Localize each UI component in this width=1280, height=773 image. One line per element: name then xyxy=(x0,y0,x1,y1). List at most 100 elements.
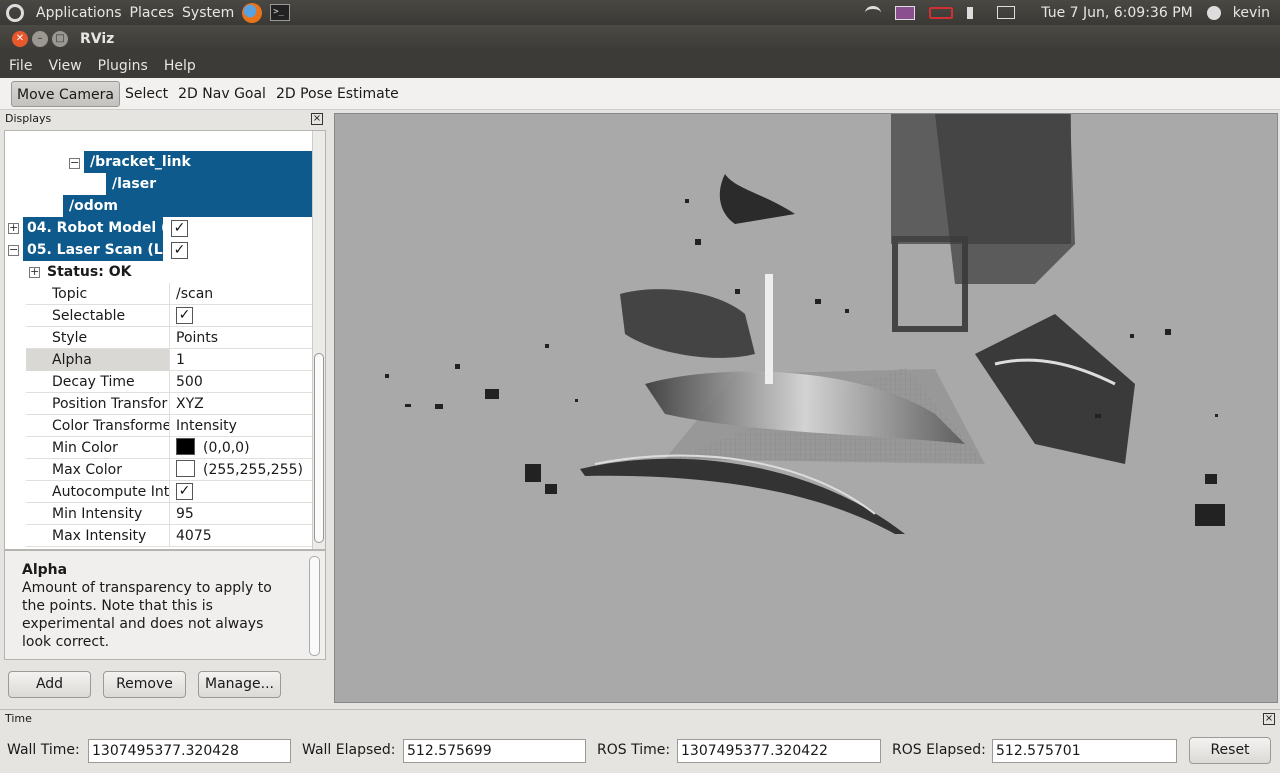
expand-icon[interactable]: + xyxy=(8,222,19,234)
tree-laser-scan[interactable]: 05. Laser Scan (Lase xyxy=(23,239,163,261)
window-title: RViz xyxy=(80,31,115,47)
displays-title: Displays xyxy=(5,112,52,125)
maximize-window-button[interactable]: □ xyxy=(52,31,68,47)
time-panel: Time × Wall Time: 1307495377.320428 Wall… xyxy=(0,709,1280,773)
firefox-icon[interactable] xyxy=(242,2,263,23)
menu-help[interactable]: Help xyxy=(156,58,204,74)
prop-alpha[interactable]: Alpha 1 xyxy=(26,349,316,371)
tree-frame-odom[interactable]: /odom xyxy=(63,195,312,217)
menu-view[interactable]: View xyxy=(40,58,89,74)
wall-time-field[interactable]: 1307495377.320428 xyxy=(88,739,291,763)
minimize-window-button[interactable]: – xyxy=(32,31,48,47)
autocompute-checkbox[interactable]: ✓ xyxy=(176,483,193,500)
prop-value[interactable]: (255,255,255) xyxy=(169,459,316,481)
ros-time-field[interactable]: 1307495377.320422 xyxy=(677,739,881,763)
tree-status[interactable]: Status: OK xyxy=(47,261,247,283)
min-color-swatch[interactable] xyxy=(176,438,195,455)
close-panel-icon[interactable]: × xyxy=(311,113,323,125)
prop-value[interactable]: 500 xyxy=(169,371,316,393)
prop-value[interactable]: 95 xyxy=(169,503,316,525)
robot-model-label: 04. Robot Model (R xyxy=(27,220,163,236)
prop-key: Style xyxy=(52,330,88,346)
prop-value[interactable]: Intensity xyxy=(169,415,316,437)
close-panel-icon[interactable]: × xyxy=(1263,713,1275,725)
prop-key: Selectable xyxy=(52,308,126,324)
system-tray: Tue 7 Jun, 6:09:36 PM kevin xyxy=(865,0,1280,25)
ubuntu-logo-icon[interactable] xyxy=(6,3,24,22)
prop-value[interactable]: /scan xyxy=(169,283,316,305)
terminal-icon[interactable]: >_ xyxy=(270,4,291,21)
user-name[interactable]: kevin xyxy=(1233,5,1270,21)
prop-min-color[interactable]: Min Color (0,0,0) xyxy=(26,437,316,459)
expand-icon[interactable]: + xyxy=(29,266,40,278)
description-scrollbar[interactable] xyxy=(309,556,320,656)
prop-value[interactable]: XYZ xyxy=(169,393,316,415)
laser-scan-checkbox[interactable]: ✓ xyxy=(171,242,188,259)
tree-frame-bracket-link[interactable]: /bracket_link xyxy=(84,151,312,173)
prop-value[interactable]: Points xyxy=(169,327,316,349)
tool-2d-pose-estimate[interactable]: 2D Pose Estimate xyxy=(271,81,404,107)
prop-selectable[interactable]: Selectable ✓ xyxy=(26,305,316,327)
collapse-icon[interactable]: − xyxy=(8,244,19,256)
window-titlebar: ✕ – □ RViz xyxy=(0,25,1280,53)
prop-key: Decay Time xyxy=(52,374,135,390)
max-color-swatch[interactable] xyxy=(176,460,195,477)
3d-render-view[interactable] xyxy=(334,113,1278,703)
add-display-button[interactable]: Add xyxy=(8,671,91,698)
prop-autocompute-intensity[interactable]: Autocompute Inte ✓ xyxy=(26,481,316,503)
applications-menu[interactable]: Applications xyxy=(32,5,126,21)
display-tree[interactable]: − /bracket_link /laser /odom + 04. Robot… xyxy=(4,130,326,550)
selectable-checkbox[interactable]: ✓ xyxy=(176,307,193,324)
tool-bar: Move Camera Select 2D Nav Goal 2D Pose E… xyxy=(0,78,1280,110)
prop-key: Alpha xyxy=(26,349,169,371)
robot-model-checkbox[interactable]: ✓ xyxy=(171,220,188,237)
prop-decay-time[interactable]: Decay Time 500 xyxy=(26,371,316,393)
reset-button[interactable]: Reset xyxy=(1189,737,1271,764)
prop-max-color[interactable]: Max Color (255,255,255) xyxy=(26,459,316,481)
menu-file[interactable]: File xyxy=(0,58,40,74)
property-description: Alpha Amount of transparency to apply to… xyxy=(4,550,326,660)
tool-2d-nav-goal[interactable]: 2D Nav Goal xyxy=(173,81,271,107)
prop-color-transformer[interactable]: Color Transforme Intensity xyxy=(26,415,316,437)
prop-value[interactable]: ✓ xyxy=(169,305,316,327)
point-cloud-render xyxy=(385,114,1225,534)
prop-value[interactable]: ✓ xyxy=(169,481,316,503)
system-menu[interactable]: System xyxy=(178,5,238,21)
tree-robot-model[interactable]: 04. Robot Model (R xyxy=(23,217,163,239)
manage-displays-button[interactable]: Manage... xyxy=(198,671,281,698)
clock[interactable]: Tue 7 Jun, 6:09:36 PM xyxy=(1041,5,1192,21)
volume-icon[interactable] xyxy=(967,6,983,19)
prop-min-intensity[interactable]: Min Intensity 95 xyxy=(26,503,316,525)
tree-scrollbar[interactable] xyxy=(312,131,325,549)
ros-elapsed-field[interactable]: 512.575701 xyxy=(992,739,1177,763)
wifi-icon[interactable] xyxy=(865,5,882,20)
prop-topic[interactable]: Topic /scan xyxy=(26,283,316,305)
system-monitor-icon[interactable] xyxy=(895,5,916,20)
prop-key: Position Transfor xyxy=(52,396,168,412)
prop-value[interactable]: 1 xyxy=(169,349,316,371)
wall-elapsed-field[interactable]: 512.575699 xyxy=(403,739,586,763)
tool-select[interactable]: Select xyxy=(120,81,173,107)
prop-style[interactable]: Style Points xyxy=(26,327,316,349)
prop-value[interactable]: 4075 xyxy=(169,525,316,547)
menu-plugins[interactable]: Plugins xyxy=(90,58,156,74)
remove-display-button[interactable]: Remove xyxy=(103,671,186,698)
mail-icon[interactable] xyxy=(997,6,1016,19)
prop-key: Min Intensity xyxy=(52,506,143,522)
ros-elapsed-label: ROS Elapsed: xyxy=(892,742,986,758)
system-top-panel: Applications Places System >_ Tue 7 Jun,… xyxy=(0,0,1280,25)
prop-position-transformer[interactable]: Position Transfor XYZ xyxy=(26,393,316,415)
prop-value[interactable]: (0,0,0) xyxy=(169,437,316,459)
tree-frame-laser[interactable]: /laser xyxy=(106,173,312,195)
places-menu[interactable]: Places xyxy=(126,5,179,21)
description-title: Alpha xyxy=(22,562,68,578)
ros-time-label: ROS Time: xyxy=(597,742,671,758)
collapse-icon[interactable]: − xyxy=(69,157,80,169)
prop-max-intensity[interactable]: Max Intensity 4075 xyxy=(26,525,316,547)
scrollbar-thumb[interactable] xyxy=(314,353,324,543)
close-window-button[interactable]: ✕ xyxy=(12,31,28,47)
battery-icon[interactable] xyxy=(929,6,954,19)
displays-header: Displays × xyxy=(0,110,328,128)
tool-move-camera[interactable]: Move Camera xyxy=(11,80,120,107)
prop-key: Max Intensity xyxy=(52,528,147,544)
